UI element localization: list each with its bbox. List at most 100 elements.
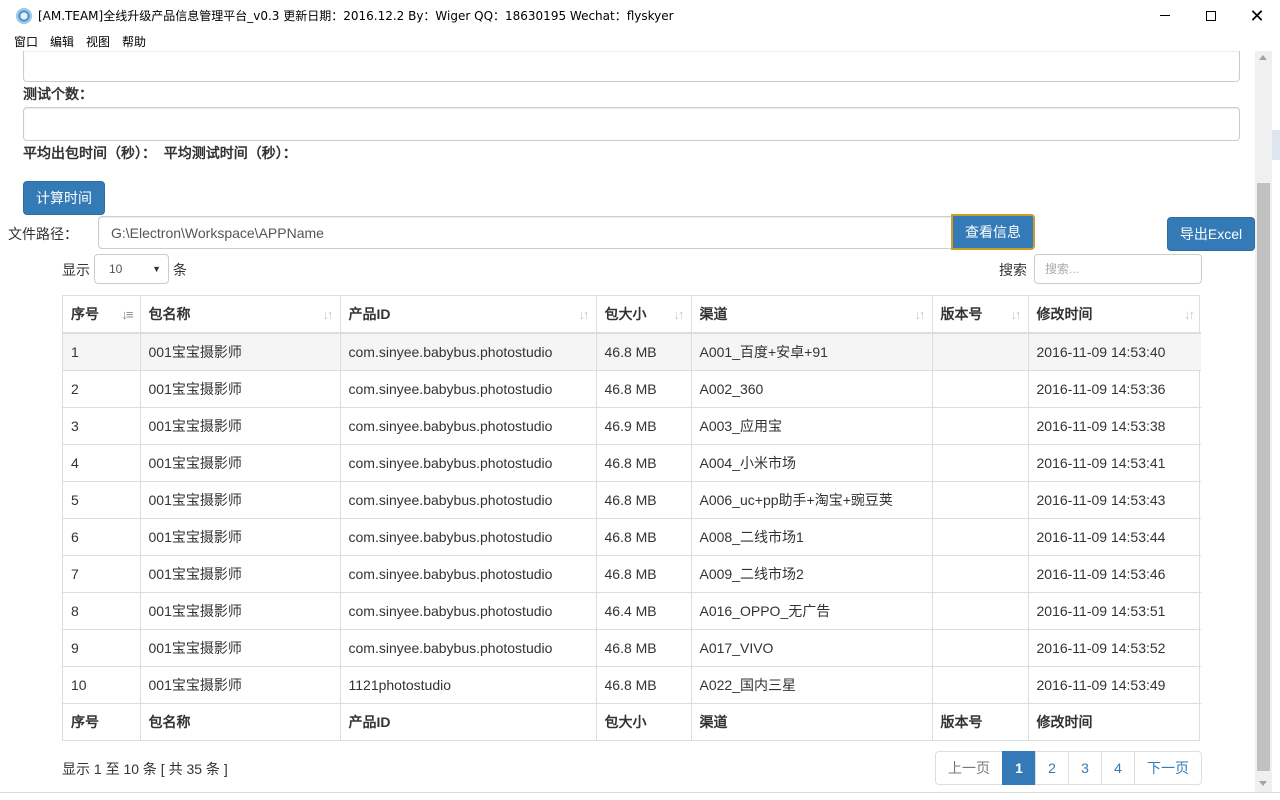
cell-product-id: com.sinyee.babybus.photostudio: [340, 592, 597, 630]
cell-product-id: com.sinyee.babybus.photostudio: [340, 518, 597, 556]
sort-icon: ↓↑: [1010, 307, 1022, 322]
column-header-package-size[interactable]: 包大小 ↓↑: [596, 296, 692, 334]
cell-product-id: com.sinyee.babybus.photostudio: [340, 481, 597, 519]
page-button-4[interactable]: 4: [1101, 751, 1135, 785]
footer-column-package-size: 包大小: [596, 703, 692, 740]
cell-package-size: 46.8 MB: [596, 333, 692, 371]
table-row[interactable]: 10 001宝宝摄影师 1121photostudio 46.8 MB A022_国内三…: [63, 666, 1201, 704]
table-row[interactable]: 2 001宝宝摄影师 com.sinyee.babybus.photostudio 4…: [63, 370, 1201, 408]
cell-package-name: 001宝宝摄影师: [140, 666, 341, 704]
menu-edit[interactable]: 编辑: [50, 33, 74, 50]
table-row[interactable]: 6 001宝宝摄影师 com.sinyee.babybus.photostudio 4…: [63, 518, 1201, 556]
next-page-button[interactable]: 下一页: [1134, 751, 1202, 785]
cell-package-name: 001宝宝摄影师: [140, 370, 341, 408]
test-count-input[interactable]: [23, 107, 1240, 141]
sort-icon: ↓↑: [914, 307, 926, 322]
cell-product-id: com.sinyee.babybus.photostudio: [340, 333, 597, 371]
cell-channel: A016_OPPO_无广告: [691, 592, 933, 630]
export-excel-button[interactable]: 导出Excel: [1167, 217, 1255, 251]
cell-version: [932, 518, 1029, 556]
column-header-index[interactable]: 序号 ↓≡: [63, 296, 141, 334]
calc-time-button[interactable]: 计算时间: [23, 181, 105, 215]
close-icon: ✕: [1249, 5, 1265, 26]
cell-index: 1: [63, 333, 141, 371]
cell-package-name: 001宝宝摄影师: [140, 518, 341, 556]
cell-version: [932, 555, 1029, 593]
cell-channel: A006_uc+pp助手+淘宝+豌豆荚: [691, 481, 933, 519]
cell-package-size: 46.8 MB: [596, 518, 692, 556]
column-header-modified-time[interactable]: 修改时间 ↓↑: [1028, 296, 1201, 334]
window-controls: ✕: [1142, 0, 1280, 31]
search-label: 搜索: [999, 262, 1027, 278]
pagination: 上一页 1 2 3 4 下一页: [935, 751, 1202, 785]
view-info-button[interactable]: 查看信息: [951, 214, 1035, 250]
window-frame-right: [1272, 51, 1280, 792]
average-time-label: 平均出包时间（秒）： 平均测试时间（秒）：: [23, 145, 297, 161]
column-header-package-name[interactable]: 包名称 ↓↑: [140, 296, 341, 334]
cell-modified-time: 2016-11-09 14:53:46: [1028, 555, 1201, 593]
menu-help[interactable]: 帮助: [122, 33, 146, 50]
rows-unit-label: 条: [173, 262, 187, 278]
table-row[interactable]: 9 001宝宝摄影师 com.sinyee.babybus.photostudio 4…: [63, 629, 1201, 667]
cell-index: 3: [63, 407, 141, 445]
cell-modified-time: 2016-11-09 14:53:41: [1028, 444, 1201, 482]
sort-icon: ↓↑: [1184, 307, 1195, 322]
window-frame-bottom: [0, 792, 1280, 800]
page-size-select[interactable]: 10 ▼: [94, 254, 169, 284]
cell-product-id: com.sinyee.babybus.photostudio: [340, 370, 597, 408]
column-header-channel[interactable]: 渠道 ↓↑: [691, 296, 933, 334]
cell-package-size: 46.9 MB: [596, 407, 692, 445]
cell-modified-time: 2016-11-09 14:53:38: [1028, 407, 1201, 445]
page-button-1[interactable]: 1: [1002, 751, 1036, 785]
table-row[interactable]: 3 001宝宝摄影师 com.sinyee.babybus.photostudio 4…: [63, 407, 1201, 445]
cell-index: 8: [63, 592, 141, 630]
cell-package-size: 46.4 MB: [596, 592, 692, 630]
column-header-product-id[interactable]: 产品ID ↓↑: [340, 296, 597, 334]
cell-channel: A003_应用宝: [691, 407, 933, 445]
cell-package-name: 001宝宝摄影师: [140, 629, 341, 667]
page-button-2[interactable]: 2: [1035, 751, 1069, 785]
cell-channel: A009_二线市场2: [691, 555, 933, 593]
sort-icon: ↓↑: [322, 307, 334, 322]
maximize-icon: [1206, 10, 1216, 21]
scroll-down-icon[interactable]: [1259, 781, 1267, 786]
show-label: 显示: [62, 262, 90, 278]
footer-column-modified-time: 修改时间: [1036, 713, 1093, 730]
scroll-up-icon[interactable]: [1259, 55, 1267, 60]
title-bar: [AM.TEAM]全线升级产品信息管理平台_v0.3 更新日期：2016.12.…: [0, 0, 1280, 31]
cell-version: [932, 407, 1029, 445]
cell-product-id: com.sinyee.babybus.photostudio: [340, 555, 597, 593]
data-table: 序号 ↓≡ 包名称 ↓↑ 产品ID ↓↑ 包大小 ↓↑ 渠道 ↓↑ 版本号 ↓↑ 修改时间 ↓…: [62, 295, 1201, 741]
page-button-3[interactable]: 3: [1068, 751, 1102, 785]
search-input[interactable]: [1034, 254, 1202, 284]
file-path-input[interactable]: G:\Electron\Workspace\APPName: [98, 216, 954, 249]
cell-modified-time: 2016-11-09 14:53:49: [1028, 666, 1201, 704]
menu-view[interactable]: 视图: [86, 33, 110, 50]
close-button[interactable]: ✕: [1234, 0, 1280, 31]
cell-modified-time: 2016-11-09 14:53:52: [1028, 629, 1201, 667]
chevron-down-icon: ▼: [152, 264, 161, 274]
table-row[interactable]: 5 001宝宝摄影师 com.sinyee.babybus.photostudio 4…: [63, 481, 1201, 519]
menu-window[interactable]: 窗口: [14, 33, 38, 50]
scroll-thumb[interactable]: [1257, 183, 1270, 771]
cell-product-id: com.sinyee.babybus.photostudio: [340, 407, 597, 445]
vertical-scrollbar[interactable]: [1255, 51, 1272, 792]
cell-package-name: 001宝宝摄影师: [140, 444, 341, 482]
table-row[interactable]: 8 001宝宝摄影师 com.sinyee.babybus.photostudio 4…: [63, 592, 1201, 630]
sort-asc-icon: ↓≡: [121, 307, 133, 322]
cell-channel: A022_国内三星: [691, 666, 933, 704]
table-row[interactable]: 1 001宝宝摄影师 com.sinyee.babybus.photostudio 4…: [63, 333, 1201, 371]
test-count-label: 测试个数：: [23, 86, 93, 102]
table-row[interactable]: 7 001宝宝摄影师 com.sinyee.babybus.photostudio 4…: [63, 555, 1201, 593]
prev-page-button[interactable]: 上一页: [935, 751, 1003, 785]
maximize-button[interactable]: [1188, 0, 1234, 31]
cell-package-size: 46.8 MB: [596, 666, 692, 704]
cell-package-size: 46.8 MB: [596, 481, 692, 519]
top-input-field[interactable]: [23, 51, 1240, 82]
column-header-version[interactable]: 版本号 ↓↑: [932, 296, 1029, 334]
cell-index: 10: [63, 666, 141, 704]
table-row[interactable]: 4 001宝宝摄影师 com.sinyee.babybus.photostudio 4…: [63, 444, 1201, 482]
table-body: 1 001宝宝摄影师 com.sinyee.babybus.photostudio 4…: [63, 333, 1201, 704]
minimize-icon: [1160, 15, 1170, 16]
minimize-button[interactable]: [1142, 0, 1188, 31]
